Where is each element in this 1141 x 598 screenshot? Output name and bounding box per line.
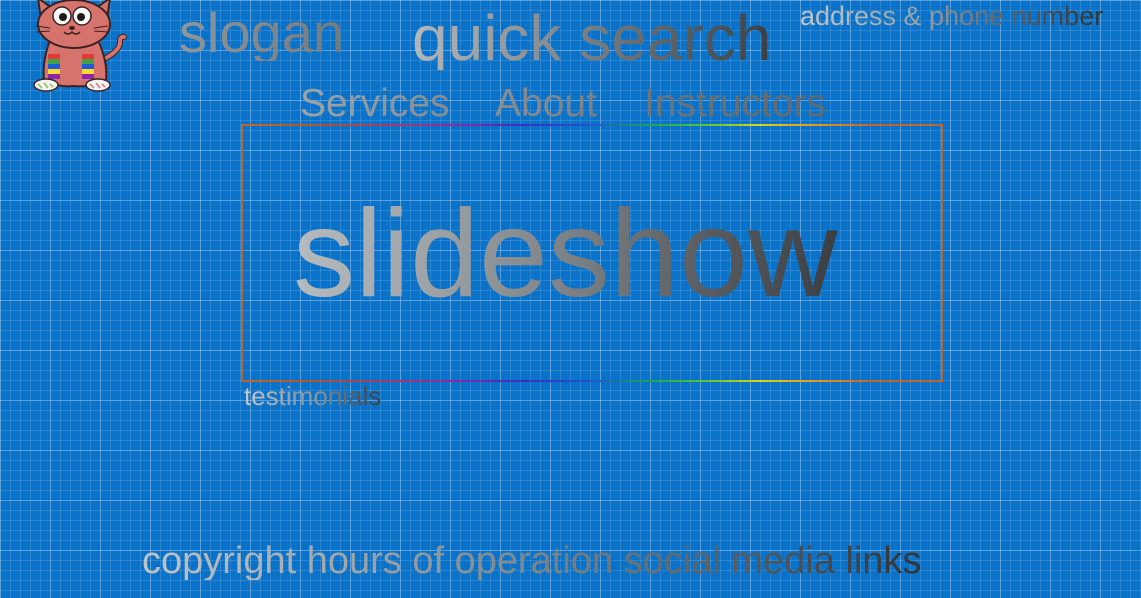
cat-mascot-icon[interactable] [20, 0, 128, 94]
nav-item-services[interactable]: Services [300, 84, 450, 123]
nav-item-instructors[interactable]: Instructors [644, 84, 826, 123]
slideshow-frame[interactable]: slideshow [241, 124, 943, 382]
testimonials-label: testimonials [244, 381, 382, 411]
slogan-text: slogan [179, 1, 345, 64]
nav-item-about[interactable]: About [495, 84, 597, 123]
footer-text: copyright hours of operation social medi… [142, 540, 922, 582]
slideshow-label: slideshow [293, 185, 838, 323]
contact-info-text: address & phone number [800, 1, 1104, 31]
slideshow-top-border [243, 124, 941, 126]
quick-search-link[interactable]: quick search [412, 6, 771, 70]
